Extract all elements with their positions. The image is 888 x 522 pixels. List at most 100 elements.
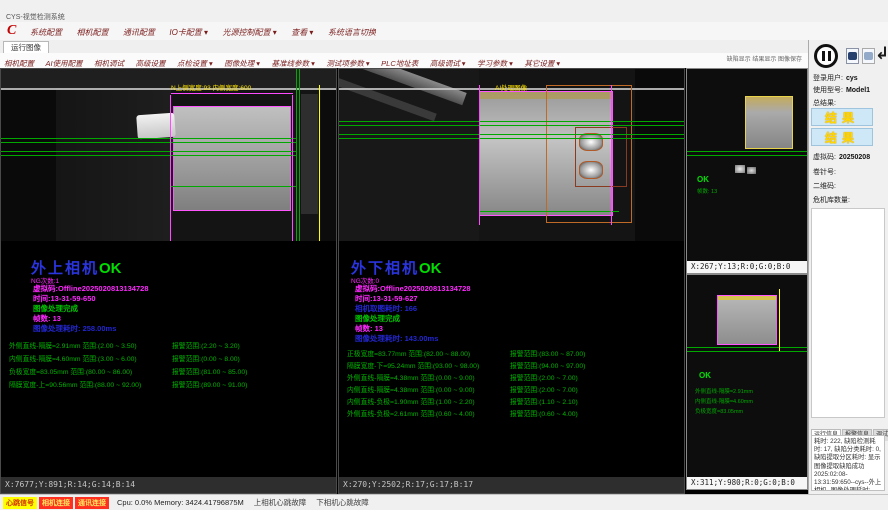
overlay-annotation: AI处理图像	[495, 82, 527, 92]
measure-line-green	[339, 121, 684, 122]
app-window: CYS-视觉检测系统 C 系统配置 相机配置 通讯配置 IO卡配置 ▾ 光源控制…	[0, 0, 888, 522]
preview-panel-bottom[interactable]: OK 外侧直线-隔膜=2.91mm 内侧直线-隔膜=4.60mm 负极宽度=83…	[686, 274, 808, 490]
camera-view-button[interactable]	[862, 48, 875, 64]
measure-line-magenta	[170, 95, 171, 241]
measure-line-magenta	[611, 85, 612, 225]
upper-camera-fault-text: 上相机心跳故障	[254, 497, 307, 508]
preview-ok-text: OK	[699, 371, 711, 380]
cell-block-mini	[745, 96, 793, 149]
preview-measure-row: 外侧直线-隔膜=2.91mm	[695, 387, 753, 395]
status-bar: 心跳信号 相机连接 通讯连接 Cpu: 0.0% Memory: 3424.41…	[0, 494, 888, 510]
measurement-row: 内侧直线-负极=1.90mm 范围:(1.00 ~ 2.20) 报警范围:(1.1…	[347, 396, 680, 408]
cell-gold-edge-mini	[718, 296, 776, 300]
measurement-row: 内侧直线-隔膜=4.60mm 范围:(3.00 ~ 6.00)报警范围:(0.0…	[9, 353, 332, 366]
measure-line-green	[479, 211, 619, 212]
machine-top-band	[1, 69, 336, 88]
result-box-1: 结果	[811, 108, 873, 126]
preview-panel-top[interactable]: OK 帧数: 13 X:267;Y:13;R:0;G:0;B:0	[686, 68, 808, 274]
measurement-row: 外侧直线-隔膜=2.91mm 范围:(2.00 ~ 3.50)报警范围:(2.2…	[9, 340, 332, 353]
elapsed-line: 图像处理耗时: 143.00ms	[355, 333, 438, 344]
measurement-row: 内侧直线-隔膜=4.38mm 范围:(0.00 ~ 9.00) 报警范围:(2.0…	[347, 384, 680, 396]
menu-bar: C 系统配置 相机配置 通讯配置 IO卡配置 ▾ 光源控制配置 ▾ 查看 ▾ 系…	[0, 22, 888, 40]
measurement-rows: 正极宽度=83.77mm 范围:(82.00 ~ 88.00) 报警范围:(83.…	[347, 348, 680, 420]
camera-connect-badge: 相机连接	[39, 497, 73, 509]
measure-value: 隔膜宽度-下=95.24mm 范围:(93.00 ~ 98.00)	[347, 363, 479, 370]
machine-edge	[321, 69, 336, 241]
measurement-row: 隔膜宽度-下=95.24mm 范围:(93.00 ~ 98.00) 报警范围:(9…	[347, 360, 680, 372]
left-camera-panel: N上侧宽度:93 内侧宽度:600 外上相机OK NG次数:1 虚拟码:Offl…	[0, 68, 337, 494]
right-sidebar: ↲ 登录用户:cys 使用型号:Model1 总结果: 结果 结果 虚拟码:20…	[808, 40, 888, 494]
app-logo-icon: C	[7, 23, 16, 39]
measure-value: 外侧直线-负极=2.61mm 范围:(0.60 ~ 4.00)	[347, 411, 475, 418]
pause-icon	[828, 51, 831, 61]
measure-line-green	[339, 134, 684, 135]
camera-icon	[864, 52, 873, 60]
pause-button[interactable]	[814, 44, 838, 68]
left-camera-image[interactable]: N上侧宽度:93 内侧宽度:600	[1, 69, 336, 241]
login-user-value: cys	[846, 75, 858, 82]
barcode-value: 20250208	[839, 154, 870, 161]
measure-value: 内侧直线-负极=1.90mm 范围:(1.00 ~ 2.20)	[347, 399, 475, 406]
measurement-rows: 外侧直线-隔膜=2.91mm 范围:(2.00 ~ 3.50)报警范围:(2.2…	[9, 340, 332, 392]
middle-camera-panel: AI处理图像 外下相机OK NG次数:0 虚拟码:Offline20250208…	[338, 68, 685, 494]
overlay-annotation: N上侧宽度:93 内侧宽度:600	[171, 82, 251, 92]
comm-connect-badge: 通讯连接	[75, 497, 109, 509]
return-button[interactable]: ↲	[875, 41, 888, 67]
measure-line-magenta	[479, 85, 480, 225]
machine-rail	[301, 94, 318, 214]
measure-vline-green	[299, 69, 300, 241]
measure-line-green	[339, 125, 684, 126]
bright-edge-line	[1, 88, 336, 90]
lower-camera-fault-text: 下相机心跳故障	[316, 497, 369, 508]
defect-blob-mini	[735, 165, 745, 173]
pause-icon	[822, 51, 825, 61]
title-bar: CYS-视觉检测系统	[0, 0, 888, 23]
heartbeat-badge: 心跳信号	[3, 497, 37, 509]
reel-number-label: 卷针号:	[813, 167, 836, 177]
result-box-2: 结果	[811, 128, 873, 146]
measurement-row: 隔膜宽度-上=90.56mm 范围:(88.00 ~ 92.00) 报警范围:(8…	[9, 379, 332, 392]
alarm-range: 报警范围:(0.60 ~ 4.00)	[510, 408, 578, 418]
measure-value: 内侧直线-隔膜=4.38mm 范围:(0.00 ~ 9.00)	[347, 387, 475, 394]
measure-line-green	[1, 138, 297, 139]
left-pixel-coords: X:7677;Y:891;R:14;G:14;B:14	[1, 477, 336, 493]
measure-line-green	[687, 347, 807, 348]
run-log-text[interactable]: 耗时: 222, 缺陷检测耗时: 17, 缺陷分类耗时: 0, 缺陷提取分区耗时…	[811, 435, 885, 491]
preview-bottom-coords: X:311;Y:980;R:0;G:0;B:0	[687, 477, 807, 489]
measurement-row: 负极宽度=83.05mm 范围:(80.00 ~ 86.00)报警范围:(81.…	[9, 366, 332, 379]
measure-line-green	[1, 151, 297, 152]
info-tabs: 运行信息报警信息调试信息	[811, 423, 888, 435]
barcode-row: 虚拟码:20250208	[813, 152, 870, 162]
measure-line-magenta	[292, 95, 293, 241]
sub-toolbar: 相机配置 AI使用配置 相机调试 高级设置 点检设置 ▾ 图像处理 ▾ 基准线参…	[0, 53, 808, 69]
measurement-row: 外侧直线-隔膜=4.38mm 范围:(0.00 ~ 9.00)报警范围:(2.0…	[347, 372, 680, 384]
alarm-range: 报警范围:(94.00 ~ 97.00)	[510, 360, 585, 370]
annotation-underline	[171, 93, 293, 94]
login-user-row: 登录用户:cys	[813, 73, 858, 83]
alarm-range: 报警范围:(0.00 ~ 8.00)	[172, 353, 240, 363]
measure-line-green	[687, 151, 807, 152]
measurement-row: 正极宽度=83.77mm 范围:(82.00 ~ 88.00) 报警范围:(83.…	[347, 348, 680, 360]
camera-status-ok: OK	[419, 260, 442, 277]
tab-strip: 运行图像	[0, 40, 808, 54]
result-list-box[interactable]	[811, 208, 885, 418]
model-row: 使用型号:Model1	[813, 85, 870, 95]
measure-value: 正极宽度=83.77mm 范围:(82.00 ~ 88.00)	[347, 351, 470, 358]
alarm-range: 报警范围:(2.20 ~ 3.20)	[172, 340, 240, 350]
cell-block-mini	[717, 295, 777, 345]
stock-count-label: 危机库数量:	[813, 195, 850, 205]
measure-value: 隔膜宽度-上=90.56mm 范围:(88.00 ~ 92.00)	[9, 382, 141, 389]
alarm-range: 报警范围:(83.00 ~ 87.00)	[510, 348, 585, 358]
measure-value: 负极宽度=83.05mm 范围:(80.00 ~ 86.00)	[9, 369, 132, 376]
alarm-range: 报警范围:(1.10 ~ 2.10)	[510, 396, 578, 406]
camera-capture-button[interactable]	[846, 48, 859, 64]
defect-blob	[579, 161, 603, 179]
middle-camera-image[interactable]: AI处理图像	[339, 69, 684, 241]
login-user-label: 登录用户:	[813, 75, 843, 82]
preview-note: 帧数: 13	[697, 187, 717, 195]
cpu-memory-text: Cpu: 0.0% Memory: 3424.41796875M	[117, 498, 244, 507]
alarm-range: 报警范围:(2.00 ~ 7.00)	[510, 372, 578, 382]
alarm-range: 报警范围:(2.00 ~ 7.00)	[510, 384, 578, 394]
measure-line-green	[1, 142, 297, 143]
alarm-range: 报警范围:(89.00 ~ 91.00)	[172, 379, 247, 389]
